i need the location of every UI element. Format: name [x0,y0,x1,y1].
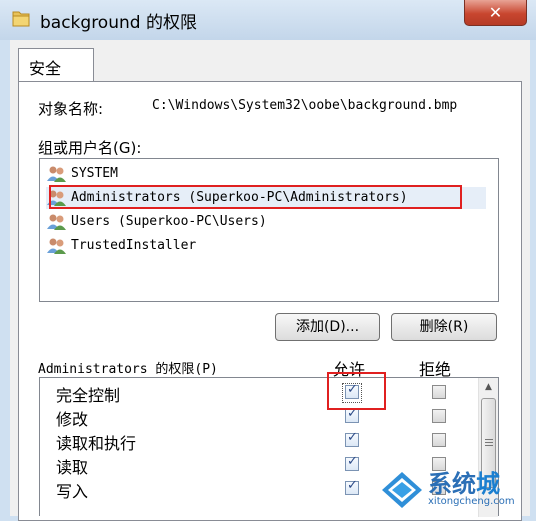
checkmark-icon: ✓ [347,478,358,493]
deny-checkbox-read-execute[interactable] [432,433,446,447]
list-item-label: TrustedInstaller [71,238,197,253]
checkmark-icon: ✓ [347,406,358,421]
permission-row-read-execute: 读取和执行 ✓ [40,429,480,453]
permission-name: 读取和执行 [56,434,137,453]
folder-icon [12,11,30,27]
add-button[interactable]: 添加(D)... [275,313,380,341]
deny-checkbox-modify[interactable] [432,409,446,423]
group-users-label: 组或用户名(G): [38,139,142,157]
watermark-text: 系统城 [428,470,500,498]
close-icon: ✕ [488,3,503,22]
tab-security-label: 安全 [29,59,62,78]
allow-checkbox-write[interactable]: ✓ [345,478,359,495]
checkmark-icon: ✓ [347,454,358,469]
watermark-url: xitongcheng.com [428,496,515,507]
remove-button[interactable]: 删除(R) [391,313,497,341]
object-name-label: 对象名称: [38,100,104,118]
checkmark-icon: ✓ [347,382,358,397]
allow-checkbox-full-control[interactable]: ✓ [345,382,359,399]
users-icon [47,190,66,206]
title-bar[interactable]: background 的权限 ✕ [0,0,536,40]
users-icon [47,214,66,230]
permission-name: 完全控制 [56,386,121,405]
close-button[interactable]: ✕ [464,0,527,26]
list-item-trustedinstaller[interactable]: TrustedInstaller [46,235,486,257]
permissions-label: Administrators 的权限(P) [38,362,218,377]
list-item-label: Users (Superkoo-PC\Users) [71,214,267,229]
tab-security[interactable]: 安全 [18,48,94,82]
list-item-system[interactable]: SYSTEM [46,163,486,185]
permission-name: 修改 [56,410,89,429]
permission-row-modify: 修改 ✓ [40,405,480,429]
allow-checkbox-modify[interactable]: ✓ [345,406,359,423]
permission-row-full-control: 完全控制 ✓ [40,381,480,405]
group-users-list[interactable]: SYSTEM Administrators (Superkoo-PC\Admin… [39,158,499,302]
scroll-up-arrow-icon[interactable]: ▲ [479,378,498,396]
permissions-dialog: 安全 对象名称: C:\Windows\System32\oobe\backgr… [10,40,530,521]
permission-name: 读取 [56,458,89,477]
watermark-logo-icon [382,472,422,508]
window-title: background 的权限 [40,13,197,33]
list-item-label: SYSTEM [71,166,118,181]
list-item-administrators[interactable]: Administrators (Superkoo-PC\Administrato… [46,187,486,209]
list-item-label: Administrators (Superkoo-PC\Administrato… [71,190,408,205]
allow-checkbox-read[interactable]: ✓ [345,454,359,471]
allow-checkbox-read-execute[interactable]: ✓ [345,430,359,447]
object-name-value: C:\Windows\System32\oobe\background.bmp [152,98,458,113]
permission-name: 写入 [56,482,89,501]
users-icon [47,166,66,182]
deny-checkbox-full-control[interactable] [432,385,446,399]
list-item-users[interactable]: Users (Superkoo-PC\Users) [46,211,486,233]
checkmark-icon: ✓ [347,430,358,445]
users-icon [47,238,66,254]
watermark: 系统城 xitongcheng.com [380,466,530,516]
